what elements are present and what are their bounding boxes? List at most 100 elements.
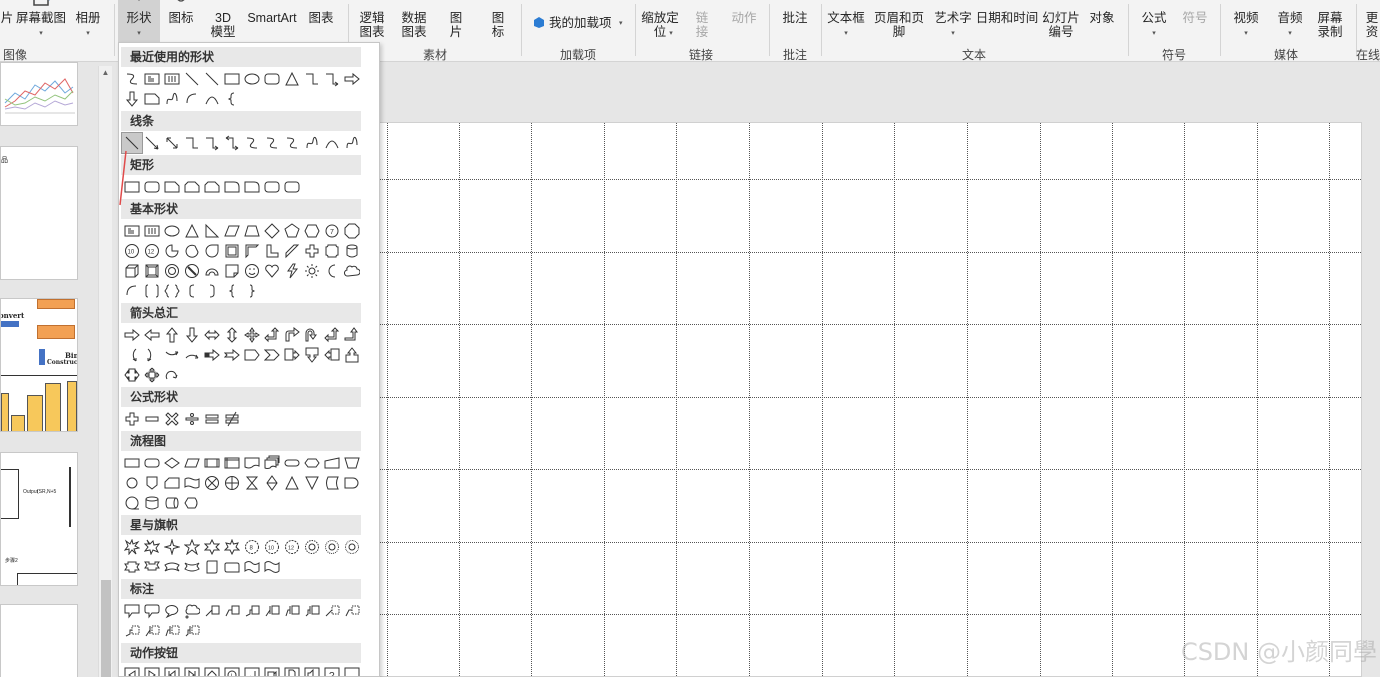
shape-chevron-icon[interactable] [262,345,282,365]
shape-fc-seq-icon[interactable] [122,493,142,513]
shape-fc-doc-icon[interactable] [242,453,262,473]
shape-textbox-icon[interactable] [122,221,142,241]
shape-fc-offpage-icon[interactable] [142,473,162,493]
shape-udarrow-icon[interactable] [222,325,242,345]
shape-fc-display-icon[interactable] [182,493,202,513]
shape-star10-icon[interactable]: 10 [262,537,282,557]
shape-snip2-icon[interactable] [182,177,202,197]
shape-lrcallout-icon[interactable] [122,365,142,385]
shape-ab-begin-icon[interactable] [162,665,182,676]
shape-rrect-icon[interactable] [262,69,282,89]
shape-curve-icon[interactable] [262,133,282,153]
shape-rrect-icon[interactable] [282,177,302,197]
shape-darrow-icon[interactable] [122,89,142,109]
shape-ab-return-icon[interactable] [242,665,262,676]
shape-deca-icon[interactable]: 10 [122,241,142,261]
shape-can-icon[interactable] [342,241,362,261]
my-addins-button[interactable]: 我的加载项 ▾ [528,0,630,30]
shape-rbrace-icon[interactable] [242,281,262,301]
shape-sun-icon[interactable] [302,261,322,281]
shape-fc-merge-icon[interactable] [302,473,322,493]
shape-c-r-rect-icon[interactable] [142,601,162,621]
shape-leftup-icon[interactable] [322,325,342,345]
shape-curv-d-icon[interactable] [182,345,202,365]
shape-rtri-icon[interactable] [202,221,222,241]
shape-ab-blank-icon[interactable] [342,665,362,676]
slide-thumbnail-1[interactable] [0,62,78,126]
shape-quad-icon[interactable] [242,325,262,345]
shape-dcallout-icon[interactable] [302,345,322,365]
shape-explosion2-icon[interactable] [142,537,162,557]
shape-lbrace-icon[interactable] [222,281,242,301]
shape-c-line-a3-icon[interactable] [302,601,322,621]
shape-round1-icon[interactable] [222,177,242,197]
shape-bolt-icon[interactable] [282,261,302,281]
shape-star12-icon[interactable]: 12 [282,537,302,557]
shape-ab-sound-icon[interactable] [302,665,322,676]
shape-vtext-icon[interactable] [142,221,162,241]
shape-hexa-icon[interactable] [302,221,322,241]
shape-eq-eq-icon[interactable] [202,409,222,429]
shape-circ-arr-icon[interactable] [162,365,182,385]
shape-diamond-icon[interactable] [262,221,282,241]
shape-star16-icon[interactable] [302,537,322,557]
shape-eq-ne-icon[interactable] [222,409,242,429]
shape-fc-extract-icon[interactable] [282,473,302,493]
shape-pie-icon[interactable] [162,241,182,261]
shape-striped-r-icon[interactable] [202,345,222,365]
shape-snip2-icon[interactable] [202,177,222,197]
shape-heart-icon[interactable] [262,261,282,281]
shape-scroll-v-icon[interactable] [202,557,222,577]
shape-c-line3-icon[interactable] [242,601,262,621]
shape-rarrow-icon[interactable] [122,325,142,345]
shape-curv-r-icon[interactable] [122,345,142,365]
shape-c-cloud-icon[interactable] [182,601,202,621]
shape-ribbon-c-u-icon[interactable] [162,557,182,577]
shape-chord-icon[interactable] [182,241,202,261]
shape-fc-term-icon[interactable] [282,453,302,473]
shape-rarrow-icon[interactable] [342,69,362,89]
shape-folded-icon[interactable] [222,261,242,281]
thumbnail-scrollbar[interactable]: ▲ [98,66,112,677]
shape-ab-fwd-icon[interactable] [142,665,162,676]
shape-diagstripe-icon[interactable] [282,241,302,261]
shape-elbow-d-icon[interactable] [222,133,242,153]
shape-c-line-b2-icon[interactable] [342,601,362,621]
shape-lcallout-icon[interactable] [322,345,342,365]
shape-c-line-c3-icon[interactable] [182,621,202,641]
shape-notched-r-icon[interactable] [222,345,242,365]
shape-trap-icon[interactable] [242,221,262,241]
shape-c-line1-icon[interactable] [202,601,222,621]
shape-arch-icon[interactable] [322,133,342,153]
shape-fc-prep-icon[interactable] [302,453,322,473]
shape-arc-icon[interactable] [122,281,142,301]
shape-scroll-h-icon[interactable] [222,557,242,577]
shape-rbrack-icon[interactable] [202,281,222,301]
shape-dodeca-icon[interactable]: 12 [142,241,162,261]
shape-c-line2-icon[interactable] [222,601,242,621]
shape-fc-manual-op-icon[interactable] [342,453,362,473]
shape-c-line-b3-icon[interactable] [122,621,142,641]
shape-fc-stored-icon[interactable] [322,473,342,493]
shape-explosion-icon[interactable] [122,537,142,557]
shape-line-icon[interactable] [202,69,222,89]
shape-star6-icon[interactable] [202,537,222,557]
shape-curv-l-icon[interactable] [142,345,162,365]
shape-round1-icon[interactable] [242,177,262,197]
shape-fc-alt-icon[interactable] [142,453,162,473]
shape-brace-icon[interactable] [222,89,242,109]
shape-fc-data-icon[interactable] [182,453,202,473]
shape-ribbon-d-icon[interactable] [142,557,162,577]
shape-elbow-icon[interactable] [302,69,322,89]
shape-bent-arr-icon[interactable] [282,325,302,345]
shape-scribble-icon[interactable] [162,89,182,109]
shape-ab-end-icon[interactable] [182,665,202,676]
shape-eq-mult-icon[interactable] [162,409,182,429]
shape-ab-doc-icon[interactable] [282,665,302,676]
shape-lrarrow-icon[interactable] [202,325,222,345]
shape-star24-icon[interactable] [322,537,342,557]
shape-ab-help-icon[interactable]: ? [322,665,342,676]
shape-blockarc-icon[interactable] [202,261,222,281]
shape-oval-icon[interactable] [242,69,262,89]
shape-penta-icon[interactable] [282,221,302,241]
